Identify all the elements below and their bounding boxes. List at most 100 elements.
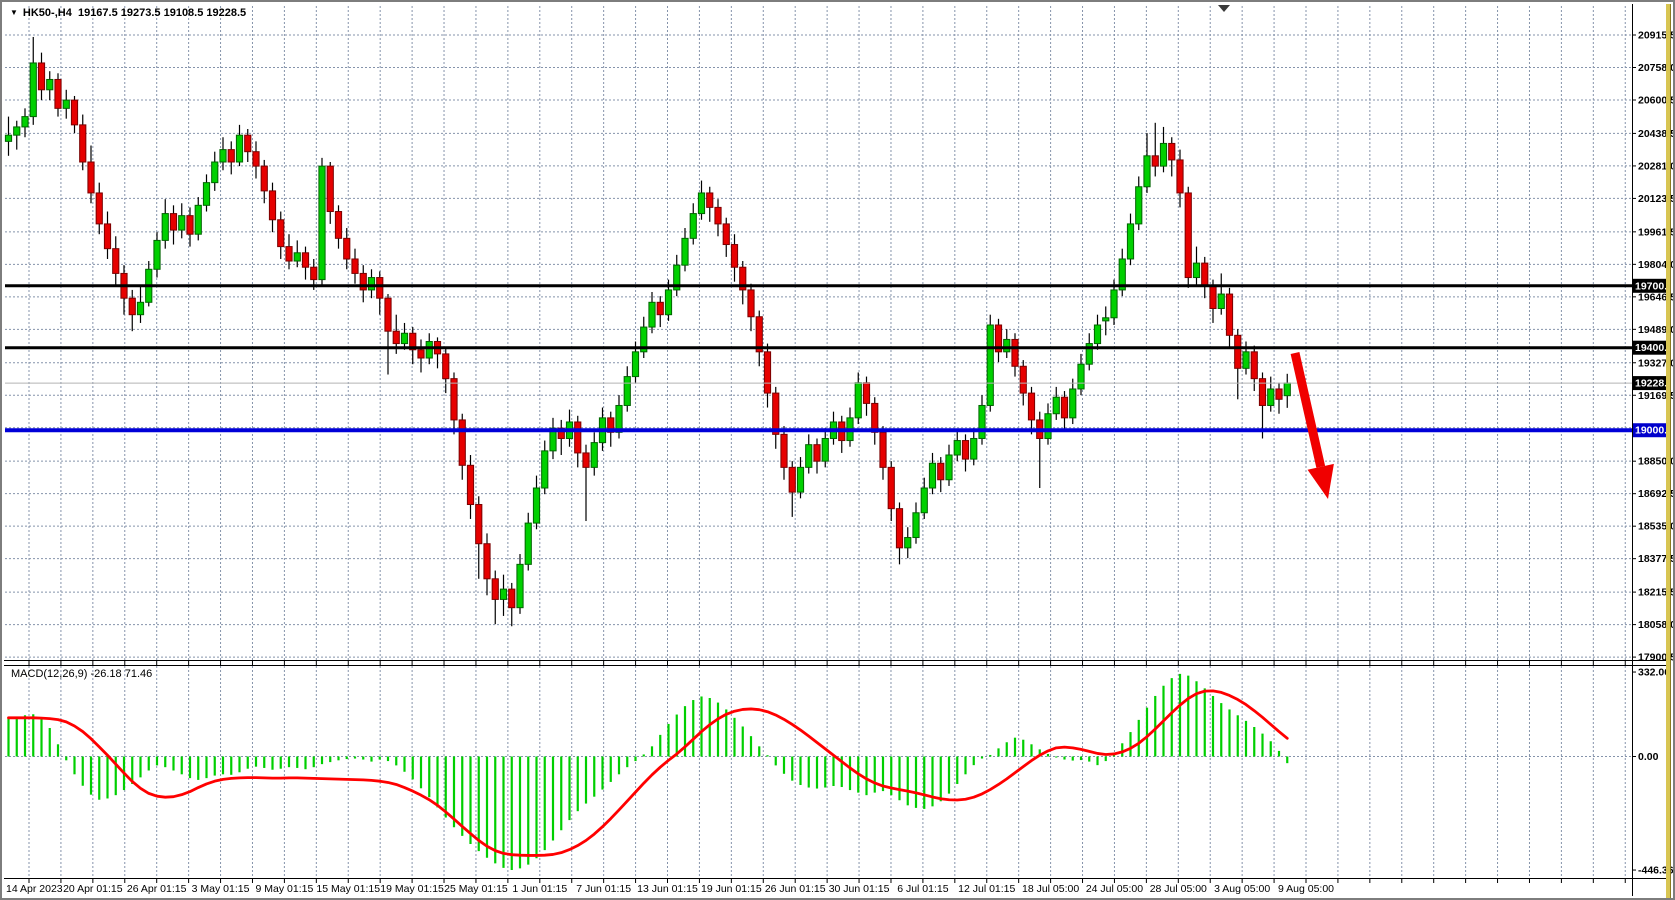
bear-candle <box>1276 389 1282 399</box>
bull-candle <box>690 214 696 239</box>
window-edge-stripe <box>1666 4 1671 898</box>
bear-candle <box>451 379 457 420</box>
bull-candle <box>979 405 985 438</box>
bull-candle <box>946 455 952 480</box>
bear-candle <box>187 216 193 235</box>
bear-candle <box>1185 193 1191 278</box>
bear-candle <box>1202 263 1208 286</box>
bear-candle <box>509 589 515 608</box>
bear-candle <box>38 63 44 90</box>
bear-candle <box>1169 143 1175 160</box>
bear-candle <box>789 467 795 492</box>
bear-candle <box>360 273 366 290</box>
bull-candle <box>1070 389 1076 418</box>
bull-candle <box>855 383 861 418</box>
bear-candle <box>245 135 251 152</box>
time-axis-label: 12 Jul 01:15 <box>958 883 1015 895</box>
bull-candle <box>1094 325 1100 344</box>
bull-candle <box>698 193 704 214</box>
bull-candle <box>426 342 432 359</box>
bear-candle <box>1251 352 1257 379</box>
bull-candle <box>1193 263 1199 277</box>
bull-candle <box>542 451 548 488</box>
chart-window: ▼HK50-,H4 19167.5 19273.5 19108.5 19228.… <box>0 0 1675 900</box>
bear-candle <box>1235 335 1241 368</box>
bull-candle <box>203 183 209 206</box>
bear-candle <box>1061 397 1067 418</box>
bull-candle <box>1111 290 1117 318</box>
bear-candle <box>344 238 350 259</box>
symbol-timeframe: HK50-,H4 <box>23 7 72 19</box>
time-axis-label: 13 Jun 01:15 <box>637 883 698 895</box>
bull-candle <box>212 162 218 183</box>
bear-candle <box>888 467 894 508</box>
candlestick-chart-canvas[interactable]: 20915.520758.020600.520438.520281.020123… <box>2 2 1675 900</box>
bear-candle <box>129 298 135 315</box>
macd-axis-label: 0.00 <box>1638 751 1659 763</box>
time-axis-label: 26 Jun 01:15 <box>765 883 826 895</box>
bear-candle <box>278 220 284 247</box>
bull-candle <box>1078 364 1084 389</box>
bear-candle <box>311 267 317 279</box>
bear-candle <box>764 352 770 393</box>
bull-candle <box>624 377 630 406</box>
bull-candle <box>806 445 812 468</box>
bear-candle <box>575 422 581 453</box>
time-axis-label: 25 May 01:15 <box>444 883 508 895</box>
bear-candle <box>748 290 754 317</box>
bull-candle <box>682 238 688 265</box>
bull-candle <box>517 564 523 607</box>
bear-candle <box>484 544 490 579</box>
bear-candle <box>327 166 333 211</box>
time-axis-label: 20 Apr 01:15 <box>63 883 123 895</box>
bull-candle <box>236 135 242 162</box>
time-axis-label: 14 Apr 2023 <box>6 883 63 895</box>
bear-candle <box>1210 286 1216 309</box>
bear-candle <box>261 166 267 191</box>
time-axis-label: 30 Jun 01:15 <box>829 883 890 895</box>
symbol-dropdown-icon[interactable]: ▼ <box>10 8 18 17</box>
bear-candle <box>962 441 968 460</box>
bear-candle <box>1226 294 1232 335</box>
bear-candle <box>863 383 869 404</box>
time-axis-label: 24 Jul 05:00 <box>1086 883 1143 895</box>
bull-candle <box>154 240 160 269</box>
bull-candle <box>30 63 36 117</box>
time-axis-label: 15 May 01:15 <box>316 883 380 895</box>
bear-candle <box>377 278 383 299</box>
bull-candle <box>525 523 531 564</box>
bear-candle <box>269 191 275 220</box>
time-axis-label: 3 May 01:15 <box>192 883 250 895</box>
bull-candle <box>1284 383 1290 396</box>
time-axis-label: 19 May 01:15 <box>380 883 444 895</box>
bull-candle <box>1103 318 1109 321</box>
time-axis-label: 7 Jun 01:15 <box>576 883 631 895</box>
bear-candle <box>773 393 779 434</box>
time-axis-label: 18 Jul 05:00 <box>1022 883 1079 895</box>
bear-candle <box>657 302 663 314</box>
bull-candle <box>1004 339 1010 351</box>
time-axis-label: 28 Jul 05:00 <box>1150 883 1207 895</box>
bear-candle <box>104 224 110 249</box>
bull-candle <box>14 127 20 135</box>
bull-candle <box>913 513 919 538</box>
bear-candle <box>492 579 498 600</box>
bear-candle <box>113 249 119 274</box>
bull-candle <box>1045 414 1051 439</box>
bull-candle <box>822 438 828 461</box>
time-axis-label: 1 Jun 01:15 <box>512 883 567 895</box>
bear-candle <box>393 331 399 343</box>
bull-candle <box>591 443 597 468</box>
bear-candle <box>1177 160 1183 193</box>
bear-candle <box>228 150 234 162</box>
bear-candle <box>71 100 77 125</box>
bull-candle <box>63 100 69 108</box>
bull-candle <box>401 333 407 343</box>
bull-candle <box>971 438 977 459</box>
bear-candle <box>583 453 589 467</box>
bear-candle <box>781 434 787 467</box>
time-axis-labels: 14 Apr 202320 Apr 01:1526 Apr 01:153 May… <box>6 883 1334 895</box>
bull-candle <box>987 325 993 405</box>
bear-candle <box>707 193 713 207</box>
time-axis-label: 3 Aug 05:00 <box>1214 883 1270 895</box>
